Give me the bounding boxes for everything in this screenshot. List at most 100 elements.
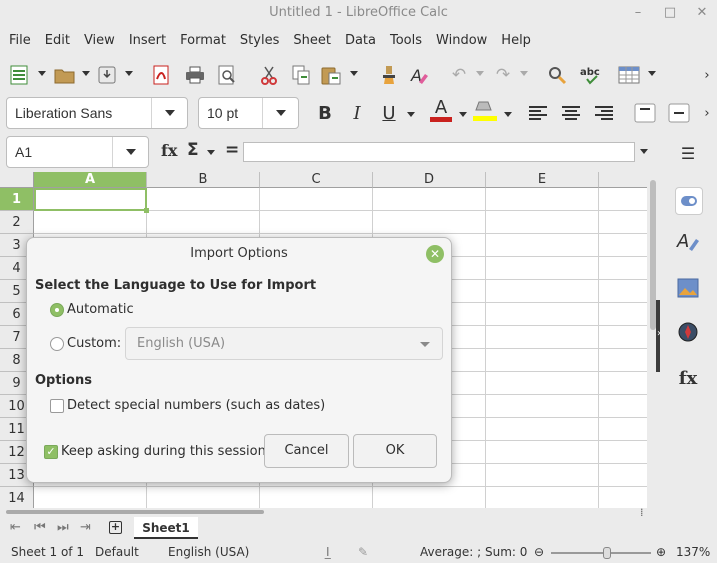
paste-icon[interactable] bbox=[318, 62, 344, 88]
font-color-icon[interactable]: A bbox=[428, 97, 454, 123]
menu-insert[interactable]: Insert bbox=[122, 28, 173, 54]
new-dropdown-icon[interactable] bbox=[38, 71, 46, 76]
underline-icon[interactable]: U bbox=[376, 100, 402, 126]
automatic-label[interactable]: Automatic bbox=[67, 302, 134, 317]
clear-formatting-icon[interactable]: A bbox=[406, 62, 432, 88]
last-sheet-icon[interactable]: ⇥ bbox=[80, 520, 91, 535]
zoom-out-icon[interactable]: ⊖ bbox=[534, 544, 544, 561]
italic-icon[interactable]: I bbox=[344, 100, 370, 126]
find-replace-icon[interactable] bbox=[544, 62, 570, 88]
menu-format[interactable]: Format bbox=[173, 28, 233, 54]
font-size-box[interactable]: 10 pt bbox=[198, 97, 299, 129]
save-icon[interactable] bbox=[94, 62, 120, 88]
cell-cursor-a1[interactable] bbox=[34, 188, 147, 211]
menu-view[interactable]: View bbox=[77, 28, 122, 54]
custom-label[interactable]: Custom: bbox=[67, 336, 121, 351]
font-color-dropdown-icon[interactable] bbox=[459, 112, 467, 117]
redo-icon[interactable]: ↷ bbox=[490, 62, 516, 88]
align-left-icon[interactable] bbox=[525, 100, 551, 126]
menu-data[interactable]: Data bbox=[338, 28, 383, 54]
custom-language-select[interactable]: English (USA) bbox=[125, 327, 443, 360]
menu-edit[interactable]: Edit bbox=[38, 28, 77, 54]
insert-mode-icon[interactable]: I̲ bbox=[326, 544, 330, 561]
font-size-dropdown-icon[interactable] bbox=[262, 98, 298, 128]
column-header-a[interactable]: A bbox=[34, 172, 147, 188]
print-icon[interactable] bbox=[182, 62, 208, 88]
clone-formatting-icon[interactable] bbox=[376, 62, 402, 88]
save-dropdown-icon[interactable] bbox=[125, 71, 133, 76]
zoom-level-status[interactable]: 137% bbox=[676, 544, 710, 561]
close-window-icon[interactable]: ✕ bbox=[694, 5, 710, 21]
cut-icon[interactable] bbox=[256, 62, 282, 88]
row-column-dropdown-icon[interactable] bbox=[648, 71, 656, 76]
row-header-14[interactable]: 14 bbox=[0, 487, 34, 508]
toolbar-overflow-icon[interactable]: › bbox=[700, 62, 714, 88]
paste-dropdown-icon[interactable] bbox=[350, 71, 358, 76]
row-header-1[interactable]: 1 bbox=[0, 188, 34, 211]
sum-icon[interactable]: Σ bbox=[187, 140, 199, 160]
column-header-partial[interactable] bbox=[599, 172, 647, 188]
zoom-slider-thumb[interactable] bbox=[603, 547, 611, 559]
custom-radio[interactable] bbox=[50, 337, 64, 351]
zoom-in-icon[interactable]: ⊕ bbox=[656, 544, 666, 561]
align-top-icon[interactable] bbox=[632, 100, 658, 126]
undo-icon[interactable]: ↶ bbox=[446, 62, 472, 88]
sum-dropdown-icon[interactable] bbox=[207, 150, 215, 155]
dialog-close-icon[interactable]: ✕ bbox=[426, 245, 444, 263]
copy-icon[interactable] bbox=[288, 62, 314, 88]
spelling-icon[interactable]: abc bbox=[578, 62, 606, 88]
menu-sheet[interactable]: Sheet bbox=[286, 28, 338, 54]
select-all-corner[interactable] bbox=[0, 172, 34, 188]
minimize-icon[interactable]: – bbox=[630, 5, 646, 21]
row-header-2[interactable]: 2 bbox=[0, 211, 34, 234]
undo-dropdown-icon[interactable] bbox=[476, 71, 484, 76]
column-header-b[interactable]: B bbox=[147, 172, 260, 188]
keep-asking-label[interactable]: Keep asking during this session bbox=[61, 444, 266, 459]
page-style-status[interactable]: Default bbox=[95, 544, 139, 561]
autofill-handle[interactable] bbox=[144, 208, 149, 213]
expand-formula-icon[interactable] bbox=[640, 149, 648, 154]
sheet-tab-sheet1[interactable]: Sheet1 bbox=[134, 517, 198, 539]
toolbar2-overflow-icon[interactable]: › bbox=[700, 100, 714, 126]
tab-splitter-handle[interactable]: ⁞ bbox=[640, 506, 644, 519]
functions-icon[interactable]: fx bbox=[675, 365, 701, 391]
name-box[interactable]: A1 bbox=[6, 136, 149, 168]
zoom-slider[interactable] bbox=[551, 547, 651, 559]
navigator-icon[interactable] bbox=[675, 319, 701, 345]
menu-styles[interactable]: Styles bbox=[233, 28, 286, 54]
horizontal-scroll-thumb[interactable] bbox=[6, 510, 264, 514]
styles-icon[interactable]: A bbox=[675, 228, 701, 254]
sidebar-menu-icon[interactable]: ☰ bbox=[675, 140, 701, 166]
redo-dropdown-icon[interactable] bbox=[520, 71, 528, 76]
ok-button[interactable]: OK bbox=[353, 434, 437, 468]
open-folder-icon[interactable] bbox=[52, 62, 78, 88]
column-header-e[interactable]: E bbox=[486, 172, 599, 188]
open-dropdown-icon[interactable] bbox=[82, 71, 90, 76]
detect-special-numbers-checkbox[interactable] bbox=[50, 399, 64, 413]
column-header-c[interactable]: C bbox=[260, 172, 373, 188]
gallery-icon[interactable] bbox=[675, 275, 701, 301]
export-pdf-icon[interactable] bbox=[148, 62, 174, 88]
font-name-box[interactable]: Liberation Sans bbox=[6, 97, 188, 129]
new-spreadsheet-icon[interactable] bbox=[6, 62, 32, 88]
cancel-button[interactable]: Cancel bbox=[264, 434, 349, 468]
formula-input[interactable] bbox=[243, 142, 635, 162]
detect-special-numbers-label[interactable]: Detect special numbers (such as dates) bbox=[67, 398, 325, 413]
font-name-dropdown-icon[interactable] bbox=[151, 98, 187, 128]
properties-icon[interactable] bbox=[675, 187, 703, 215]
print-preview-icon[interactable] bbox=[214, 62, 240, 88]
previous-sheet-icon[interactable]: ⏮ bbox=[34, 520, 46, 535]
align-center-icon[interactable] bbox=[558, 100, 584, 126]
column-header-d[interactable]: D bbox=[373, 172, 486, 188]
function-wizard-icon[interactable]: fx bbox=[161, 141, 177, 160]
selection-summary-status[interactable]: Average: ; Sum: 0 bbox=[420, 544, 527, 561]
language-status[interactable]: English (USA) bbox=[168, 544, 249, 561]
menu-window[interactable]: Window bbox=[429, 28, 494, 54]
menu-file[interactable]: File bbox=[2, 28, 38, 54]
next-sheet-icon[interactable]: ⏭ bbox=[57, 520, 69, 535]
automatic-radio[interactable] bbox=[50, 303, 64, 317]
align-vcenter-icon[interactable] bbox=[666, 100, 692, 126]
maximize-icon[interactable]: □ bbox=[662, 5, 678, 21]
highlight-dropdown-icon[interactable] bbox=[504, 112, 512, 117]
first-sheet-icon[interactable]: ⇤ bbox=[10, 520, 21, 535]
